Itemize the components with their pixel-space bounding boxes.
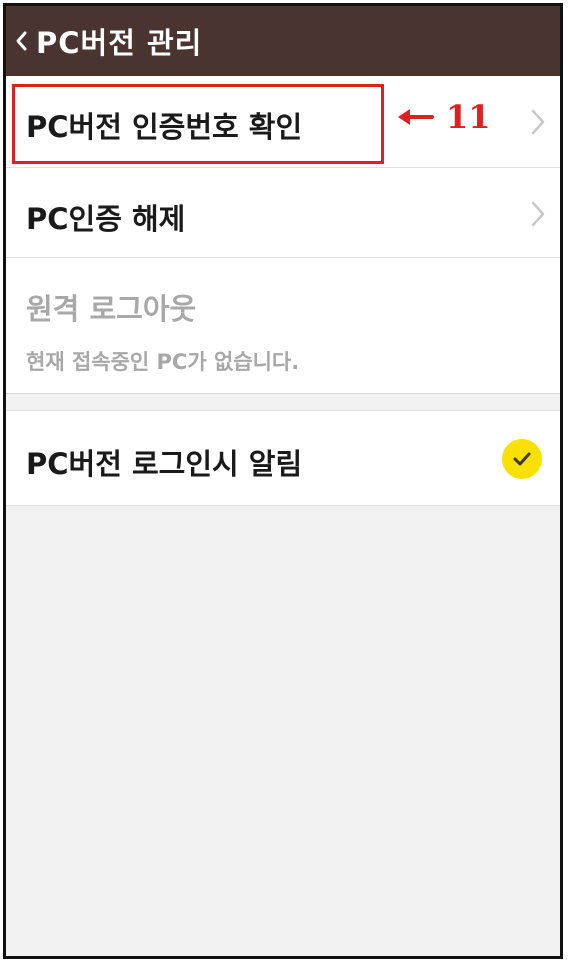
annotation-highlight-box xyxy=(12,84,384,164)
menu-item-pc-auth-code[interactable]: PC버전 인증번호 확인 11 xyxy=(6,76,560,168)
app-header: PC버전 관리 xyxy=(6,6,560,76)
chevron-right-icon xyxy=(531,109,545,135)
annotation-number: 11 xyxy=(446,98,491,136)
check-icon xyxy=(513,452,531,466)
menu-item-label: 원격 로그아웃 xyxy=(26,292,197,326)
login-notification-toggle[interactable] xyxy=(502,439,542,479)
chevron-left-icon xyxy=(16,31,27,51)
screen-frame: PC버전 관리 PC버전 인증번호 확인 11 PC인증 해제 원격 로그아웃 … xyxy=(3,3,563,959)
back-button[interactable] xyxy=(6,6,36,76)
menu-item-remote-logout: 원격 로그아웃 현재 접속중인 PC가 없습니다. xyxy=(6,258,560,394)
arrow-left-icon xyxy=(398,109,434,125)
page-title: PC버전 관리 xyxy=(36,26,203,60)
menu-item-description: 현재 접속중인 PC가 없습니다. xyxy=(26,350,300,374)
menu-item-label: PC인증 해제 xyxy=(26,202,186,236)
menu-item-label: PC버전 로그인시 알림 xyxy=(26,447,303,481)
menu-item-login-notification[interactable]: PC버전 로그인시 알림 xyxy=(6,410,560,506)
chevron-right-icon xyxy=(531,201,545,227)
menu-item-pc-auth-release[interactable]: PC인증 해제 xyxy=(6,168,560,258)
